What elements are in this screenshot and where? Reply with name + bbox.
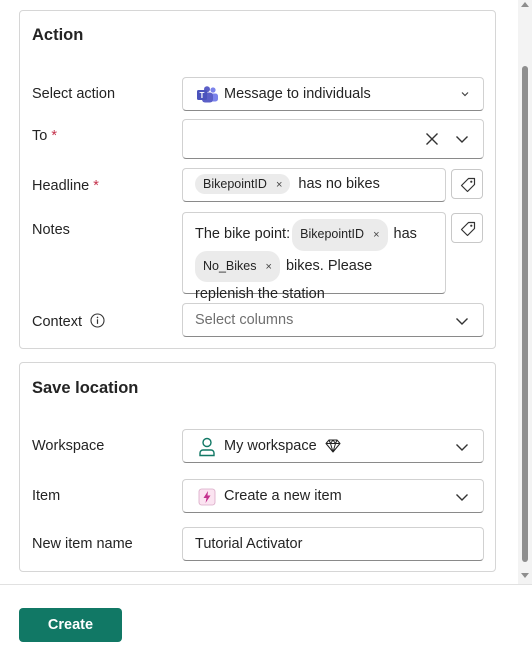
item-value: Create a new item — [224, 488, 342, 504]
headline-input[interactable]: BikepointID × has no bikes — [182, 168, 446, 202]
select-action-value: Message to individuals — [224, 86, 371, 102]
scroll-up-arrow-icon[interactable] — [521, 2, 529, 7]
dynamic-field-chip[interactable]: No_Bikes × — [195, 250, 280, 282]
item-label: Item — [32, 488, 61, 504]
new-item-name-input[interactable]: Tutorial Activator — [182, 527, 484, 561]
context-columns-dropdown[interactable]: Select columns — [182, 303, 484, 337]
chevron-down-icon — [455, 440, 469, 454]
chip-remove-icon[interactable]: × — [266, 261, 272, 273]
dynamic-field-chip[interactable]: BikepointID × — [195, 174, 291, 194]
chip-remove-icon[interactable]: × — [276, 179, 282, 191]
notes-text: bikes. Please — [285, 257, 373, 274]
chevron-down-icon — [459, 88, 471, 100]
new-item-name-label: New item name — [32, 536, 133, 552]
chevron-down-icon — [455, 490, 469, 504]
action-card: Action Select action T Message to indivi… — [19, 10, 496, 349]
diamond-icon — [325, 439, 341, 453]
tag-icon — [460, 221, 476, 237]
notes-text: The bike point: — [195, 226, 291, 242]
select-action-label: Select action — [32, 86, 116, 102]
person-icon — [198, 437, 216, 457]
context-label-text: Context — [32, 314, 82, 330]
workspace-value: My workspace — [224, 438, 317, 454]
chip-remove-icon[interactable]: × — [373, 229, 379, 241]
headline-text: has no bikes — [298, 176, 380, 192]
workspace-label: Workspace — [32, 438, 105, 454]
scroll-down-arrow-icon[interactable] — [521, 573, 529, 578]
chip-label: No_Bikes — [203, 258, 257, 273]
workspace-dropdown[interactable]: My workspace — [182, 429, 484, 463]
save-location-title: Save location — [32, 379, 139, 397]
clear-icon[interactable] — [425, 132, 439, 146]
context-placeholder: Select columns — [195, 312, 294, 328]
to-label-text: To — [32, 128, 48, 144]
to-recipients-input[interactable] — [182, 119, 484, 159]
context-label: Context — [32, 313, 105, 330]
required-marker: * — [93, 178, 99, 194]
chevron-down-icon[interactable] — [455, 132, 469, 146]
create-button[interactable]: Create — [19, 608, 122, 642]
dynamic-field-chip[interactable]: BikepointID × — [292, 219, 388, 251]
notes-content: The bike point: BikepointID × has No_Bikes ×… — [195, 219, 443, 307]
vertical-scrollbar[interactable] — [518, 0, 532, 584]
headline-content: BikepointID × has no bikes — [195, 174, 380, 194]
select-action-dropdown[interactable]: T Message to individuals — [182, 77, 484, 111]
to-label: To * — [32, 128, 57, 144]
scrollbar-thumb[interactable] — [522, 66, 528, 562]
headline-label: Headline * — [32, 178, 99, 194]
chip-label: BikepointID — [203, 177, 267, 191]
notes-textarea[interactable]: The bike point: BikepointID × has No_Bikes ×… — [182, 212, 446, 302]
side-panel: Action Select action T Message to indivi… — [0, 0, 532, 584]
tag-icon — [460, 177, 476, 193]
required-marker: * — [51, 128, 57, 144]
teams-icon: T — [197, 86, 219, 104]
chip-label: BikepointID — [300, 227, 365, 241]
new-item-name-value: Tutorial Activator — [195, 536, 303, 552]
action-section-title: Action — [32, 26, 84, 44]
info-icon[interactable] — [90, 313, 105, 328]
save-location-card: Save location Workspace My workspace Ite… — [19, 362, 496, 572]
headline-label-text: Headline — [32, 178, 90, 194]
insert-tag-button[interactable] — [451, 169, 483, 199]
chevron-down-icon — [455, 314, 469, 328]
notes-text: has — [393, 226, 417, 242]
activator-icon — [198, 488, 216, 506]
notes-label: Notes — [32, 222, 70, 238]
insert-tag-button[interactable] — [451, 213, 483, 243]
svg-text:T: T — [200, 91, 205, 100]
item-dropdown[interactable]: Create a new item — [182, 479, 484, 513]
